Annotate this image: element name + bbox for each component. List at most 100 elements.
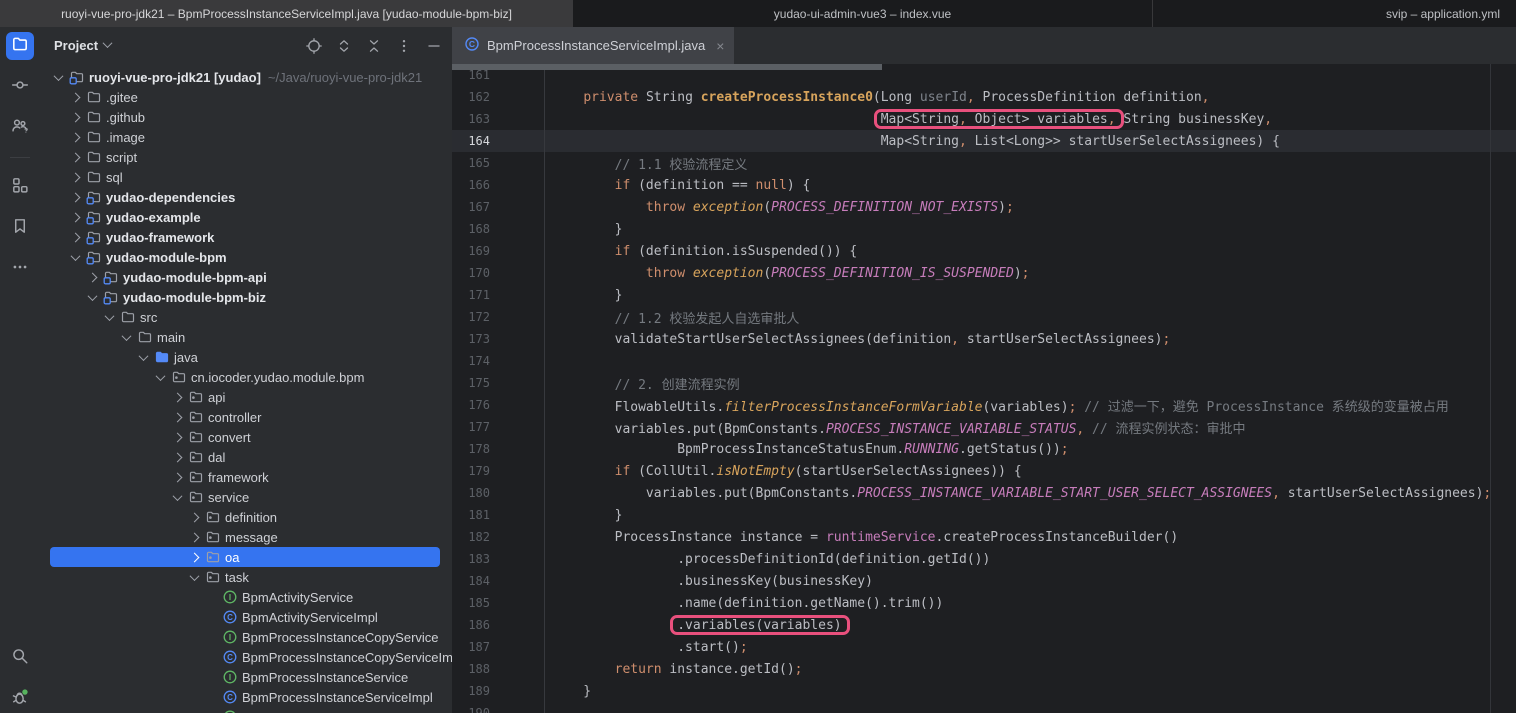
line-number[interactable]: 181 (452, 508, 490, 522)
line-number[interactable]: 185 (452, 596, 490, 610)
line-number[interactable]: 172 (452, 310, 490, 324)
chevron-right-icon[interactable] (173, 412, 183, 422)
line-number[interactable]: 170 (452, 266, 490, 280)
line-number[interactable]: 164 (452, 134, 490, 148)
line-number[interactable]: 167 (452, 200, 490, 214)
line-number[interactable]: 179 (452, 464, 490, 478)
line-number[interactable]: 177 (452, 420, 490, 434)
line-number[interactable]: 189 (452, 684, 490, 698)
window-tab-3[interactable]: svip – application.yml (1152, 0, 1516, 27)
chevron-right-icon[interactable] (71, 92, 81, 102)
tree-row-cn.iocoder.yudao.module.bpm[interactable]: cn.iocoder.yudao.module.bpm (50, 367, 440, 387)
chevron-right-icon[interactable] (173, 392, 183, 402)
tree-row-yudao-example[interactable]: yudao-example (50, 207, 440, 227)
collapse-all-button[interactable] (366, 38, 382, 54)
tree-row-BpmActivityServiceImpl[interactable]: CBpmActivityServiceImpl (50, 607, 440, 627)
code-line-169[interactable]: 169 if (definition.isSuspended()) { (452, 240, 1516, 262)
line-number[interactable]: 169 (452, 244, 490, 258)
tree-row-sql[interactable]: sql (50, 167, 440, 187)
chevron-down-icon[interactable] (105, 311, 115, 321)
chevron-right-icon[interactable] (173, 472, 183, 482)
chevron-right-icon[interactable] (190, 532, 200, 542)
line-number[interactable]: 165 (452, 156, 490, 170)
tree-row-.gitee[interactable]: .gitee (50, 87, 440, 107)
tree-row-yudao-module-bpm-biz[interactable]: yudao-module-bpm-biz (50, 287, 440, 307)
code-line-179[interactable]: 179 if (CollUtil.isNotEmpty(startUserSel… (452, 460, 1516, 482)
editor-tab[interactable]: C BpmProcessInstanceServiceImpl.java × (452, 27, 734, 64)
line-number[interactable]: 188 (452, 662, 490, 676)
tree-row-java[interactable]: java (50, 347, 440, 367)
tree-row-convert[interactable]: convert (50, 427, 440, 447)
line-number[interactable]: 182 (452, 530, 490, 544)
code-line-176[interactable]: 176 FlowableUtils.filterProcessInstanceF… (452, 394, 1516, 416)
line-number[interactable]: 190 (452, 706, 490, 713)
chevron-right-icon[interactable] (88, 272, 98, 282)
line-number[interactable]: 173 (452, 332, 490, 346)
code-line-178[interactable]: 178 BpmProcessInstanceStatusEnum.RUNNING… (452, 438, 1516, 460)
line-number[interactable]: 162 (452, 90, 490, 104)
tree-row-partial[interactable]: I (50, 707, 440, 713)
code-line-171[interactable]: 171 } (452, 284, 1516, 306)
chevron-right-icon[interactable] (71, 192, 81, 202)
window-tab-active[interactable]: ruoyi-vue-pro-jdk21 – BpmProcessInstance… (0, 0, 573, 27)
code-line-162[interactable]: 162 private String createProcessInstance… (452, 86, 1516, 108)
chevron-right-icon[interactable] (71, 132, 81, 142)
code-editor[interactable]: 161162 private String createProcessInsta… (452, 64, 1516, 713)
pull-requests-tool-button[interactable]: ? (6, 114, 34, 142)
code-line-183[interactable]: 183 .processDefinitionId(definition.getI… (452, 548, 1516, 570)
chevron-down-icon[interactable] (71, 251, 81, 261)
chevron-down-icon[interactable] (139, 351, 149, 361)
code-line-186[interactable]: 186 .variables(variables) (452, 614, 1516, 636)
line-number[interactable]: 174 (452, 354, 490, 368)
code-line-170[interactable]: 170 throw exception(PROCESS_DEFINITION_I… (452, 262, 1516, 284)
tree-row-yudao-module-bpm-api[interactable]: yudao-module-bpm-api (50, 267, 440, 287)
tree-row-service[interactable]: service (50, 487, 440, 507)
line-number[interactable]: 186 (452, 618, 490, 632)
tree-row-.github[interactable]: .github (50, 107, 440, 127)
chevron-down-icon[interactable] (122, 331, 132, 341)
line-number[interactable]: 168 (452, 222, 490, 236)
close-icon[interactable]: × (716, 38, 724, 54)
hide-panel-button[interactable] (426, 38, 442, 54)
tree-row-BpmProcessInstanceCopyService[interactable]: IBpmProcessInstanceCopyService (50, 627, 440, 647)
tree-row-src[interactable]: src (50, 307, 440, 327)
code-line-180[interactable]: 180 variables.put(BpmConstants.PROCESS_I… (452, 482, 1516, 504)
tree-row-task[interactable]: task (50, 567, 440, 587)
tree-row-main[interactable]: main (50, 327, 440, 347)
line-number[interactable]: 171 (452, 288, 490, 302)
code-line-175[interactable]: 175 // 2. 创建流程实例 (452, 372, 1516, 394)
tree-row-oa[interactable]: oa (50, 547, 440, 567)
locate-file-button[interactable] (306, 38, 322, 54)
expand-all-button[interactable] (336, 38, 352, 54)
line-number[interactable]: 187 (452, 640, 490, 654)
chevron-right-icon[interactable] (71, 212, 81, 222)
tree-row-script[interactable]: script (50, 147, 440, 167)
code-line-184[interactable]: 184 .businessKey(businessKey) (452, 570, 1516, 592)
tree-row-BpmProcessInstanceCopyServiceImpl[interactable]: CBpmProcessInstanceCopyServiceImpl (50, 647, 440, 667)
chevron-down-icon[interactable] (103, 38, 113, 48)
panel-options-button[interactable] (396, 38, 412, 54)
code-line-189[interactable]: 189 } (452, 680, 1516, 702)
code-line-177[interactable]: 177 variables.put(BpmConstants.PROCESS_I… (452, 416, 1516, 438)
tree-row-BpmProcessInstanceService[interactable]: IBpmProcessInstanceService (50, 667, 440, 687)
code-line-190[interactable]: 190 (452, 702, 1516, 713)
tree-row-yudao-module-bpm[interactable]: yudao-module-bpm (50, 247, 440, 267)
line-number[interactable]: 184 (452, 574, 490, 588)
tree-row-controller[interactable]: controller (50, 407, 440, 427)
chevron-right-icon[interactable] (190, 512, 200, 522)
chevron-down-icon[interactable] (88, 291, 98, 301)
debug-tool-button[interactable] (6, 685, 34, 713)
code-line-181[interactable]: 181 } (452, 504, 1516, 526)
commit-tool-button[interactable] (6, 73, 34, 101)
line-number[interactable]: 175 (452, 376, 490, 390)
tree-row-BpmProcessInstanceServiceImpl[interactable]: CBpmProcessInstanceServiceImpl (50, 687, 440, 707)
tree-row-definition[interactable]: definition (50, 507, 440, 527)
code-line-163[interactable]: 163 Map<String, Object> variables, Strin… (452, 108, 1516, 130)
tree-row-.image[interactable]: .image (50, 127, 440, 147)
code-line-185[interactable]: 185 .name(definition.getName().trim()) (452, 592, 1516, 614)
more-tools-button[interactable] (6, 255, 34, 283)
tree-row-dal[interactable]: dal (50, 447, 440, 467)
chevron-right-icon[interactable] (190, 552, 200, 562)
line-number[interactable]: 176 (452, 398, 490, 412)
code-line-174[interactable]: 174 (452, 350, 1516, 372)
